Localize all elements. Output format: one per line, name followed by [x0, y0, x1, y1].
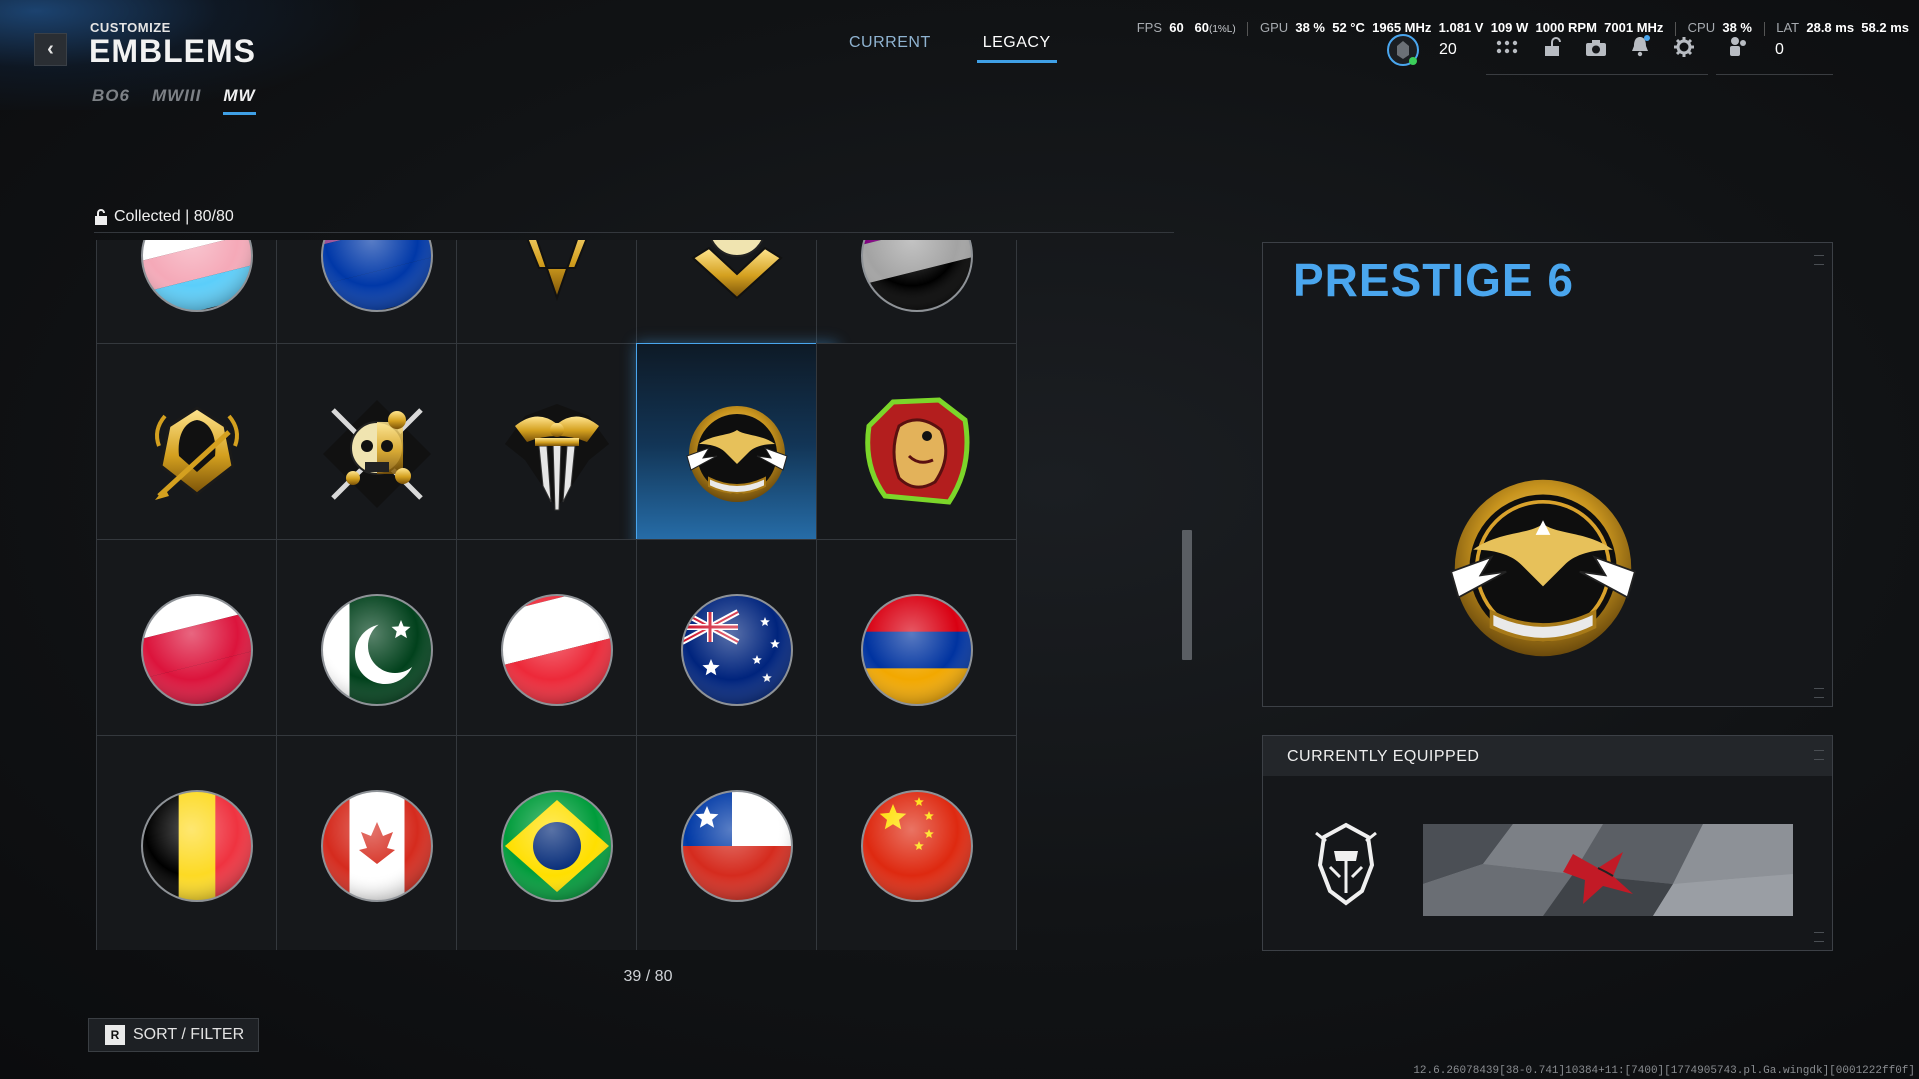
emblem-tile[interactable] [96, 343, 297, 569]
emblem-tile[interactable] [456, 735, 657, 950]
flag-chile [669, 778, 805, 919]
white-helmet-emblem[interactable] [1308, 821, 1384, 907]
corner-mark [1814, 255, 1824, 265]
corner-mark [1814, 688, 1824, 698]
tab-current[interactable]: CURRENT [843, 32, 937, 63]
gold-skull-roses-emblem [309, 386, 445, 527]
emblem-tile[interactable] [456, 539, 657, 765]
chevron-left-icon: ‹ [47, 38, 54, 60]
emblem-tile[interactable] [96, 539, 297, 765]
sort-filter-button[interactable]: R SORT / FILTER [88, 1018, 260, 1052]
gear-icon[interactable] [1673, 36, 1695, 58]
emblem-tile[interactable] [636, 539, 837, 765]
emblem-tile[interactable] [816, 343, 1017, 569]
sort-filter-label: SORT / FILTER [133, 1026, 245, 1043]
gpu-power: 109 W [1490, 20, 1529, 35]
tab-mwiii[interactable]: MWIII [152, 86, 201, 115]
rank-level: 20 [1439, 41, 1457, 58]
lock-icon[interactable] [1541, 36, 1563, 58]
flag-armenia [849, 582, 985, 723]
gold-winged-emblem [489, 240, 625, 329]
key-r-badge: R [105, 1025, 125, 1045]
gpu-mem-clock: 7001 MHz [1604, 20, 1664, 35]
emblem-tile[interactable] [636, 735, 837, 950]
red-dragon-emblem [849, 386, 985, 527]
back-button[interactable]: ‹ [34, 33, 67, 66]
unlocked-icon [95, 209, 107, 225]
party-count: 0 [1775, 41, 1784, 58]
cpu-util: 38 % [1722, 20, 1752, 35]
emblem-tile[interactable] [816, 735, 1017, 950]
corner-mark [1814, 750, 1824, 760]
emblem-tile[interactable] [456, 343, 657, 569]
currently-equipped-panel: CURRENTLY EQUIPPED [1262, 735, 1833, 951]
gpu-voltage: 1.081 V [1438, 20, 1484, 35]
shattered-glass-calling-card[interactable] [1423, 824, 1793, 916]
prestige-6-eagle-emblem [1418, 443, 1668, 693]
emblem-tile[interactable] [96, 735, 297, 950]
flag-poland [129, 582, 265, 723]
fps-low-value: 60 [1194, 20, 1210, 35]
flag-australia [669, 582, 805, 723]
gpu-util: 38 % [1295, 20, 1325, 35]
flag-canada [309, 778, 445, 919]
mode-tabs: CURRENT LEGACY [843, 32, 1057, 63]
flag-bi-pride [309, 240, 445, 329]
gpu-fan: 1000 RPM [1535, 20, 1597, 35]
gpu-temp: 52 °C [1332, 20, 1365, 35]
collection-divider [94, 232, 1174, 233]
fps-value: 60 [1169, 20, 1184, 35]
scrollbar-thumb[interactable] [1182, 530, 1192, 660]
tab-legacy[interactable]: LEGACY [976, 32, 1057, 63]
tab-bo6[interactable]: BO6 [92, 86, 130, 115]
corner-mark [1814, 932, 1824, 942]
page-counter: 39 / 80 [623, 968, 673, 985]
game-tabs: BO6 MWIII MW [92, 86, 256, 115]
emblem-grid [96, 240, 1178, 950]
gold-reaper-emblem [129, 386, 265, 527]
collection-label: Collected | 80/80 [114, 208, 234, 225]
hud-divider-2 [1716, 74, 1833, 75]
page-title: EMBLEMS [89, 33, 256, 69]
flag-belgium [129, 778, 265, 919]
gpu-label: GPU [1259, 20, 1289, 35]
emblem-tile[interactable] [276, 735, 477, 950]
cpu-label: CPU [1687, 20, 1716, 35]
preview-title: PRESTIGE 6 [1293, 254, 1574, 306]
stats-line: FPS 60 60(1%L) GPU 38 % 52 °C 1965 MHz 1… [1137, 20, 1909, 36]
fps-low-label: (1%L) [1209, 24, 1236, 35]
flag-pakistan [309, 582, 445, 723]
build-info: 12.6.26078439[38-0.741]10384+11:[7400][1… [1413, 1065, 1915, 1077]
party-icon[interactable] [1727, 35, 1749, 57]
emblem-tile[interactable] [276, 539, 477, 765]
gold-daggers-emblem [489, 386, 625, 527]
emblem-preview-panel: PRESTIGE 6 [1262, 242, 1833, 707]
flag-brazil [489, 778, 625, 919]
hud-divider [1486, 74, 1708, 75]
emblem-tile[interactable] [816, 539, 1017, 765]
equipped-header: CURRENTLY EQUIPPED [1263, 736, 1832, 776]
lat-value-2: 58.2 ms [1861, 20, 1909, 35]
rank-badge-icon[interactable] [1386, 33, 1420, 67]
bell-icon[interactable] [1629, 35, 1651, 57]
collection-status: Collected | 80/80 [94, 208, 234, 226]
flag-trans-pride [129, 240, 265, 329]
prestige-6-eagle-emblem [669, 386, 805, 527]
gold-skull-emblem [669, 240, 805, 329]
emblem-tile[interactable] [636, 343, 837, 569]
lat-label: LAT [1776, 20, 1800, 35]
tab-mw[interactable]: MW [223, 86, 256, 115]
flag-asexual-pride [849, 240, 985, 329]
emblem-tile[interactable] [276, 343, 477, 569]
flag-austria [489, 582, 625, 723]
flag-china [849, 778, 985, 919]
scrollbar[interactable] [1182, 240, 1192, 950]
lat-value-1: 28.8 ms [1806, 20, 1855, 35]
fps-label: FPS [1136, 20, 1162, 35]
grid-menu-icon[interactable] [1496, 38, 1518, 60]
camera-icon[interactable] [1585, 37, 1607, 59]
